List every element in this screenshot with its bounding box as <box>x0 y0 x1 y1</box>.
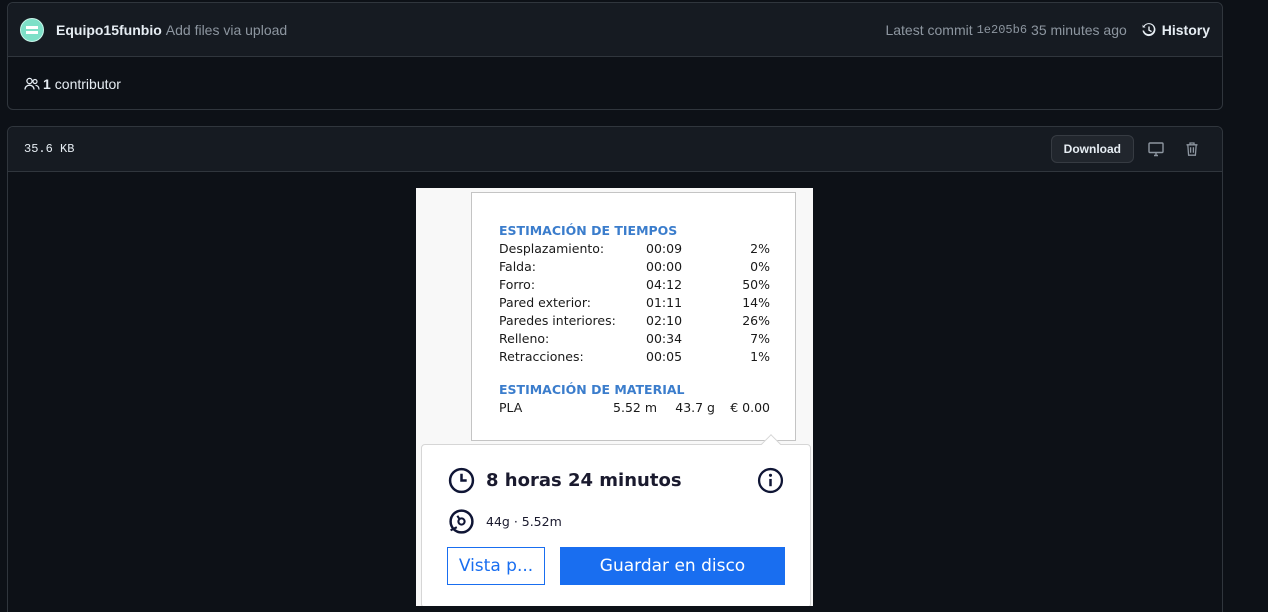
commit-time: 35 minutes ago <box>1031 21 1127 38</box>
history-link[interactable]: History <box>1141 22 1210 38</box>
contributor-label: contributor <box>54 75 121 92</box>
spool-icon <box>449 509 474 534</box>
latest-commit-label: Latest commit <box>885 21 973 38</box>
time-row: Retracciones: 00:05 1% <box>499 348 770 366</box>
time-row: Pared exterior: 01:11 14% <box>499 294 770 312</box>
history-label: History <box>1161 21 1210 38</box>
commit-author[interactable]: Equipo15funbio <box>56 22 162 38</box>
info-button[interactable] <box>757 467 784 498</box>
file-size: 35.6 KB <box>24 142 75 156</box>
time-row-percent: 26% <box>742 313 770 328</box>
save-to-disk-button[interactable]: Guardar en disco <box>560 547 785 585</box>
time-row: Paredes interiores: 02:10 26% <box>499 312 770 330</box>
material-summary-row: 44g · 5.52m <box>448 508 562 535</box>
time-row-duration: 01:11 <box>646 295 683 310</box>
time-row-percent: 0% <box>750 259 770 274</box>
contributors-row[interactable]: 1 contributor <box>8 57 1222 110</box>
time-row-duration: 00:34 <box>646 331 683 346</box>
commit-sha[interactable]: 1e205b6 <box>977 23 1027 37</box>
time-row-name: Pared exterior: <box>499 295 591 310</box>
material-length: 5.52 m <box>613 400 657 415</box>
image-preview: ESTIMACIÓN DE TIEMPOS Desplazamiento: 00:… <box>416 188 813 606</box>
material-summary: 44g · 5.52m <box>486 514 562 529</box>
time-row-duration: 00:09 <box>646 241 683 256</box>
time-estimate-title: ESTIMACIÓN DE TIEMPOS <box>499 223 678 238</box>
history-icon <box>1142 22 1156 36</box>
time-row: Forro: 04:12 50% <box>499 276 770 294</box>
time-row-name: Retracciones: <box>499 349 584 364</box>
info-icon <box>757 467 784 494</box>
time-row-duration: 02:10 <box>646 313 683 328</box>
desktop-icon <box>1148 142 1164 157</box>
time-row-duration: 00:00 <box>646 259 683 274</box>
time-row-percent: 50% <box>742 277 770 292</box>
material-cost: € 0.00 <box>730 400 770 415</box>
time-row-name: Desplazamiento: <box>499 241 605 256</box>
material-weight: 43.7 g <box>675 400 715 415</box>
time-estimate-table: Desplazamiento: 00:09 2% Falda: 00:00 0% Forro… <box>499 240 770 366</box>
time-row-percent: 2% <box>750 241 770 256</box>
estimation-tooltip: ESTIMACIÓN DE TIEMPOS Desplazamiento: 00:… <box>471 192 796 441</box>
time-row-name: Paredes interiores: <box>499 313 616 328</box>
commit-meta: Latest commit 1e205b6 35 minutes ago His… <box>885 22 1210 38</box>
time-row-percent: 7% <box>750 331 770 346</box>
open-desktop-button[interactable] <box>1142 135 1170 163</box>
material-name: PLA <box>499 400 523 415</box>
commit-box: Equipo15funbio Add files via upload Late… <box>7 2 1223 110</box>
file-actions: Download <box>1050 135 1206 163</box>
print-time: 8 horas 24 minutos <box>486 470 682 491</box>
people-icon <box>24 77 40 90</box>
time-row: Falda: 00:00 0% <box>499 258 770 276</box>
download-button[interactable]: Download <box>1050 135 1134 163</box>
print-time-row: 8 horas 24 minutos <box>448 467 682 494</box>
time-row-name: Falda: <box>499 259 536 274</box>
time-row: Relleno: 00:34 7% <box>499 330 770 348</box>
contributor-count: 1 <box>43 75 51 92</box>
material-row: PLA 5.52 m 43.7 g € 0.00 <box>499 399 770 417</box>
time-row-duration: 04:12 <box>646 277 683 292</box>
file-header: 35.6 KB Download <box>8 127 1222 172</box>
time-row-percent: 14% <box>742 295 770 310</box>
latest-commit-bar: Equipo15funbio Add files via upload Late… <box>8 3 1222 57</box>
avatar[interactable] <box>20 17 44 42</box>
print-summary-panel: 8 horas 24 minutos 44g · 5.52m Vista p..… <box>421 434 811 606</box>
time-row: Desplazamiento: 00:09 2% <box>499 240 770 258</box>
trash-icon <box>1186 142 1198 156</box>
time-row-duration: 00:05 <box>646 349 683 364</box>
clock-icon <box>448 467 475 494</box>
delete-file-button[interactable] <box>1178 135 1206 163</box>
time-row-percent: 1% <box>750 349 770 364</box>
preview-button[interactable]: Vista p... <box>447 547 545 585</box>
material-estimate-title: ESTIMACIÓN DE MATERIAL <box>499 382 685 397</box>
commit-message[interactable]: Add files via upload <box>166 22 287 38</box>
time-row-name: Relleno: <box>499 331 550 346</box>
time-row-name: Forro: <box>499 277 536 292</box>
